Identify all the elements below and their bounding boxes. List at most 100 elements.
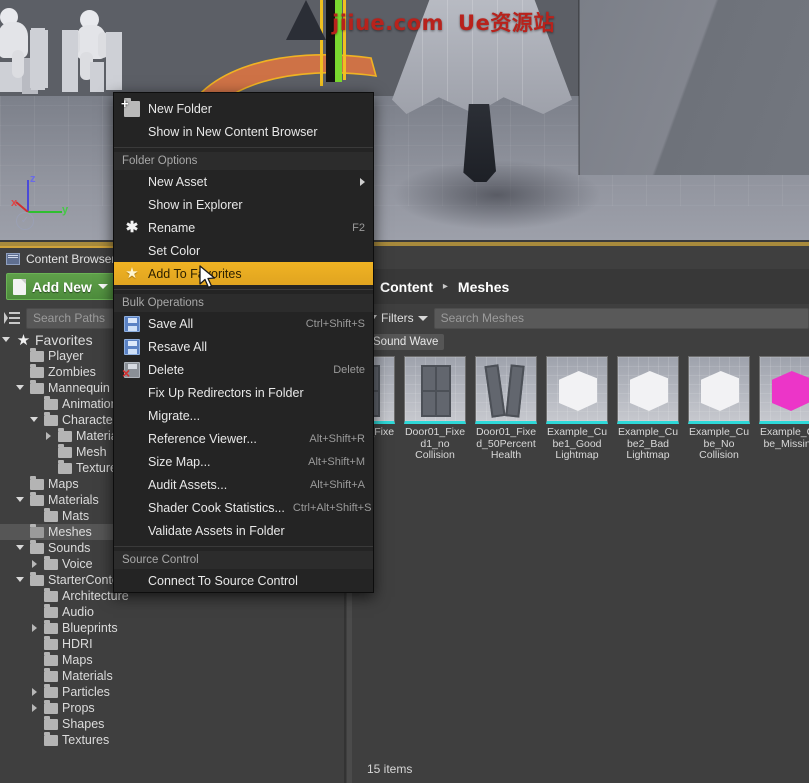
tree-item-label: Textures xyxy=(62,732,109,748)
breadcrumb-item-content[interactable]: Content xyxy=(380,279,433,295)
menu-item-save-all[interactable]: Save AllCtrl+Shift+S xyxy=(114,312,373,335)
menu-item-show-in-explorer[interactable]: Show in Explorer xyxy=(114,193,373,216)
breadcrumb-item-meshes[interactable]: Meshes xyxy=(458,279,509,295)
tree-item-label: Player xyxy=(48,348,83,364)
menu-item-size-map[interactable]: Size Map...Alt+Shift+M xyxy=(114,450,373,473)
tree-item-textures[interactable]: Textures xyxy=(0,732,344,748)
tree-twisty-open-icon[interactable] xyxy=(16,543,26,553)
tree-item-audio[interactable]: Audio xyxy=(0,604,344,620)
asset-thumbnail xyxy=(475,356,537,424)
menu-item-fix-up-redirectors-in-folder[interactable]: Fix Up Redirectors in Folder xyxy=(114,381,373,404)
menu-item-label: Rename xyxy=(148,221,344,235)
menu-item-label: Audit Assets... xyxy=(148,478,302,492)
search-assets-input[interactable]: Search Meshes xyxy=(434,308,809,329)
content-browser-icon xyxy=(6,253,20,265)
menu-item-validate-assets-in-folder[interactable]: Validate Assets in Folder xyxy=(114,519,373,542)
menu-item-migrate[interactable]: Migrate... xyxy=(114,404,373,427)
tree-twisty-open-icon[interactable] xyxy=(16,383,26,393)
menu-icon-placeholder xyxy=(124,500,140,516)
gizmo-rotate-handle[interactable]: ✓ xyxy=(16,212,34,230)
menu-item-shortcut: Alt+Shift+M xyxy=(308,456,365,468)
asset-thumbnail xyxy=(759,356,809,424)
tree-spacer xyxy=(30,591,40,601)
folder-icon xyxy=(44,655,58,666)
menu-item-show-in-new-content-browser[interactable]: Show in New Content Browser xyxy=(114,120,373,143)
tree-twisty-open-icon[interactable] xyxy=(2,335,12,345)
menu-item-add-to-favorites[interactable]: ★Add To Favorites xyxy=(114,262,373,285)
asset-tile-grid[interactable]: Door01_FixedDoor01_Fixed1_no CollisionDo… xyxy=(333,356,787,466)
menu-item-shortcut: F2 xyxy=(352,222,365,234)
tree-item-maps[interactable]: Maps xyxy=(0,652,344,668)
menu-item-delete[interactable]: DeleteDelete xyxy=(114,358,373,381)
asset-tile[interactable]: Door01_Fixed_50Percent Health xyxy=(475,356,537,466)
tree-item-hdri[interactable]: HDRI xyxy=(0,636,344,652)
menu-item-shortcut: Ctrl+Shift+S xyxy=(306,318,365,330)
asset-tile[interactable]: Example_Cube1_Good Lightmap xyxy=(546,356,608,466)
tree-item-props[interactable]: Props xyxy=(0,700,344,716)
asset-tile[interactable]: Example_Cube_No Collision xyxy=(688,356,750,466)
tab-content-browser[interactable]: Content Browser xyxy=(0,246,125,269)
filters-label: Filters xyxy=(381,311,414,325)
tree-item-label: Maps xyxy=(62,652,93,668)
tree-item-label: Props xyxy=(62,700,95,716)
tree-spacer xyxy=(30,671,40,681)
folder-icon xyxy=(44,559,58,570)
tree-twisty-closed-icon[interactable] xyxy=(30,559,40,569)
menu-item-set-color[interactable]: Set Color xyxy=(114,239,373,262)
tree-item-label: Audio xyxy=(62,604,94,620)
tree-twisty-closed-icon[interactable] xyxy=(30,623,40,633)
tree-item-label: Favorites xyxy=(35,332,93,348)
tree-twisty-open-icon[interactable] xyxy=(16,575,26,585)
filters-button[interactable]: Filters xyxy=(367,311,428,325)
tree-item-shapes[interactable]: Shapes xyxy=(0,716,344,732)
folder-icon xyxy=(30,495,44,506)
folder-context-menu[interactable]: New FolderShow in New Content BrowserFol… xyxy=(113,92,374,593)
asset-tile[interactable]: Example_Cube2_Bad Lightmap xyxy=(617,356,679,466)
menu-item-shader-cook-statistics[interactable]: Shader Cook Statistics...Ctrl+Alt+Shift+… xyxy=(114,496,373,519)
tree-item-materials[interactable]: Materials xyxy=(0,668,344,684)
selection-outline xyxy=(320,0,323,86)
mouse-cursor xyxy=(199,265,217,296)
asset-thumbnail xyxy=(404,356,466,424)
tree-spacer xyxy=(30,607,40,617)
asset-thumbnail xyxy=(617,356,679,424)
menu-icon-placeholder xyxy=(124,431,140,447)
folder-icon xyxy=(30,383,44,394)
tree-item-label: Mats xyxy=(62,508,89,524)
tree-item-blueprints[interactable]: Blueprints xyxy=(0,620,344,636)
menu-item-rename[interactable]: ✱ Rename F2 xyxy=(114,216,373,239)
menu-icon-placeholder xyxy=(124,243,140,259)
menu-icon-placeholder xyxy=(124,174,140,190)
tree-twisty-closed-icon[interactable] xyxy=(44,431,54,441)
menu-item-new-asset[interactable]: New Asset xyxy=(114,170,373,193)
menu-item-label: New Asset xyxy=(148,175,352,189)
menu-item-connect-to-source-control[interactable]: Connect To Source Control xyxy=(114,569,373,592)
add-new-button[interactable]: Add New xyxy=(6,273,117,300)
save-icon xyxy=(124,339,140,355)
rename-icon: ✱ xyxy=(124,220,140,236)
tree-item-particles[interactable]: Particles xyxy=(0,684,344,700)
tree-twisty-closed-icon[interactable] xyxy=(30,703,40,713)
asset-view-panel: Content ▸ Meshes Filters Search Meshes S… xyxy=(355,246,809,783)
tree-twisty-open-icon[interactable] xyxy=(16,495,26,505)
menu-item-audit-assets[interactable]: Audit Assets...Alt+Shift+A xyxy=(114,473,373,496)
menu-item-label: Set Color xyxy=(148,244,365,258)
menu-item-new-folder[interactable]: New Folder xyxy=(114,97,373,120)
folder-icon xyxy=(30,351,44,362)
menu-separator xyxy=(114,147,373,148)
asset-tile[interactable]: Door01_Fixed1_no Collision xyxy=(404,356,466,466)
asset-tile[interactable]: Example_Cube_Missing xyxy=(759,356,809,466)
menu-item-resave-all[interactable]: Resave All xyxy=(114,335,373,358)
tree-item-label: Materials xyxy=(48,492,99,508)
folder-icon xyxy=(44,671,58,682)
filter-chip-sound-wave[interactable]: Sound Wave xyxy=(367,334,444,350)
folder-icon xyxy=(44,639,58,650)
tree-twisty-open-icon[interactable] xyxy=(30,415,40,425)
tree-item-label: Zombies xyxy=(48,364,96,380)
menu-item-reference-viewer[interactable]: Reference Viewer...Alt+Shift+R xyxy=(114,427,373,450)
gizmo-x-label: x xyxy=(11,197,17,209)
tree-twisty-closed-icon[interactable] xyxy=(30,687,40,697)
document-icon xyxy=(13,279,26,295)
status-bar: 15 items xyxy=(355,755,809,783)
path-picker-icon[interactable] xyxy=(4,311,20,325)
